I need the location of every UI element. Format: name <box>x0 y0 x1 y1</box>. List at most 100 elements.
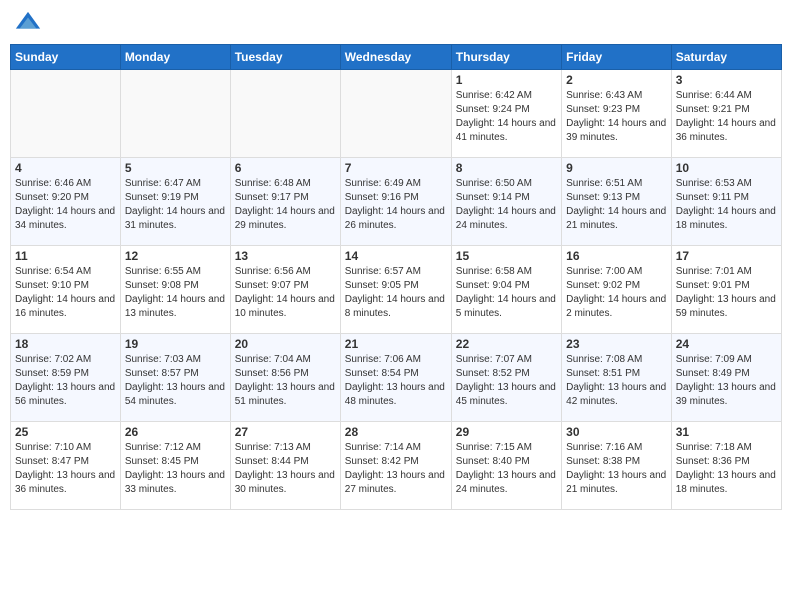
day-of-week-header: Thursday <box>451 45 561 70</box>
page-header <box>10 10 782 38</box>
calendar-day-cell: 20 Sunrise: 7:04 AMSunset: 8:56 PMDayligh… <box>230 334 340 422</box>
day-number: 10 <box>676 161 777 175</box>
calendar-week-row: 25 Sunrise: 7:10 AMSunset: 8:47 PMDayligh… <box>11 422 782 510</box>
day-number: 29 <box>456 425 557 439</box>
calendar-day-cell: 21 Sunrise: 7:06 AMSunset: 8:54 PMDayligh… <box>340 334 451 422</box>
day-number: 17 <box>676 249 777 263</box>
day-of-week-header: Saturday <box>671 45 781 70</box>
day-info: Sunrise: 7:16 AMSunset: 8:38 PMDaylight:… <box>566 441 667 497</box>
calendar-day-cell: 28 Sunrise: 7:14 AMSunset: 8:42 PMDayligh… <box>340 422 451 510</box>
day-of-week-header: Wednesday <box>340 45 451 70</box>
day-number: 9 <box>566 161 667 175</box>
calendar-day-cell: 19 Sunrise: 7:03 AMSunset: 8:57 PMDayligh… <box>120 334 230 422</box>
calendar-day-cell: 17 Sunrise: 7:01 AMSunset: 9:01 PMDayligh… <box>671 246 781 334</box>
calendar-day-cell: 27Sunrise: 7:13 AMSunset: 8:44 PMDayligh… <box>230 422 340 510</box>
day-number: 21 <box>345 337 447 351</box>
day-info: Sunrise: 7:12 AMSunset: 8:45 PMDaylight:… <box>125 441 226 497</box>
day-number: 19 <box>125 337 226 351</box>
day-info: Sunrise: 7:09 AMSunset: 8:49 PMDaylight:… <box>676 353 777 409</box>
day-info: Sunrise: 6:56 AMSunset: 9:07 PMDaylight:… <box>235 265 336 321</box>
day-info: Sunrise: 7:10 AMSunset: 8:47 PMDaylight:… <box>15 441 116 497</box>
calendar-day-cell: 1Sunrise: 6:42 AMSunset: 9:24 PMDaylight… <box>451 70 561 158</box>
calendar-header-row: SundayMondayTuesdayWednesdayThursdayFrid… <box>11 45 782 70</box>
calendar-day-cell: 2Sunrise: 6:43 AMSunset: 9:23 PMDaylight… <box>562 70 672 158</box>
day-number: 16 <box>566 249 667 263</box>
calendar-day-cell: 4Sunrise: 6:46 AMSunset: 9:20 PMDaylight… <box>11 158 121 246</box>
calendar-day-cell: 26 Sunrise: 7:12 AMSunset: 8:45 PMDayligh… <box>120 422 230 510</box>
day-info: Sunrise: 6:49 AMSunset: 9:16 PMDaylight:… <box>345 177 447 233</box>
day-info: Sunrise: 6:44 AMSunset: 9:21 PMDaylight:… <box>676 89 777 145</box>
day-number: 30 <box>566 425 667 439</box>
day-info: Sunrise: 7:14 AMSunset: 8:42 PMDaylight:… <box>345 441 447 497</box>
calendar-day-cell <box>340 70 451 158</box>
calendar-day-cell: 11 Sunrise: 6:54 AMSunset: 9:10 PMDayligh… <box>11 246 121 334</box>
calendar-day-cell: 14Sunrise: 6:57 AMSunset: 9:05 PMDayligh… <box>340 246 451 334</box>
day-info: Sunrise: 6:55 AMSunset: 9:08 PMDaylight:… <box>125 265 226 321</box>
calendar-day-cell: 12Sunrise: 6:55 AMSunset: 9:08 PMDayligh… <box>120 246 230 334</box>
calendar-day-cell: 13 Sunrise: 6:56 AMSunset: 9:07 PMDayligh… <box>230 246 340 334</box>
day-number: 28 <box>345 425 447 439</box>
day-info: Sunrise: 7:02 AMSunset: 8:59 PMDaylight:… <box>15 353 116 409</box>
day-info: Sunrise: 6:54 AMSunset: 9:10 PMDaylight:… <box>15 265 116 321</box>
day-number: 13 <box>235 249 336 263</box>
day-number: 15 <box>456 249 557 263</box>
calendar-day-cell: 6 Sunrise: 6:48 AMSunset: 9:17 PMDaylight… <box>230 158 340 246</box>
day-number: 6 <box>235 161 336 175</box>
calendar-day-cell: 24 Sunrise: 7:09 AMSunset: 8:49 PMDayligh… <box>671 334 781 422</box>
day-number: 5 <box>125 161 226 175</box>
calendar-day-cell: 9 Sunrise: 6:51 AMSunset: 9:13 PMDaylight… <box>562 158 672 246</box>
calendar-day-cell <box>11 70 121 158</box>
calendar-week-row: 11 Sunrise: 6:54 AMSunset: 9:10 PMDayligh… <box>11 246 782 334</box>
day-info: Sunrise: 6:47 AMSunset: 9:19 PMDaylight:… <box>125 177 226 233</box>
day-of-week-header: Sunday <box>11 45 121 70</box>
day-of-week-header: Tuesday <box>230 45 340 70</box>
day-info: Sunrise: 7:15 AMSunset: 8:40 PMDaylight:… <box>456 441 557 497</box>
calendar-day-cell: 22 Sunrise: 7:07 AMSunset: 8:52 PMDayligh… <box>451 334 561 422</box>
day-number: 11 <box>15 249 116 263</box>
day-info: Sunrise: 7:01 AMSunset: 9:01 PMDaylight:… <box>676 265 777 321</box>
day-number: 4 <box>15 161 116 175</box>
calendar-day-cell <box>230 70 340 158</box>
day-of-week-header: Monday <box>120 45 230 70</box>
day-info: Sunrise: 6:51 AMSunset: 9:13 PMDaylight:… <box>566 177 667 233</box>
calendar-table: SundayMondayTuesdayWednesdayThursdayFrid… <box>10 44 782 510</box>
day-number: 18 <box>15 337 116 351</box>
calendar-day-cell: 18 Sunrise: 7:02 AMSunset: 8:59 PMDayligh… <box>11 334 121 422</box>
day-number: 7 <box>345 161 447 175</box>
day-number: 20 <box>235 337 336 351</box>
day-info: Sunrise: 7:07 AMSunset: 8:52 PMDaylight:… <box>456 353 557 409</box>
calendar-day-cell: 5 Sunrise: 6:47 AMSunset: 9:19 PMDaylight… <box>120 158 230 246</box>
day-number: 22 <box>456 337 557 351</box>
calendar-day-cell: 23 Sunrise: 7:08 AMSunset: 8:51 PMDayligh… <box>562 334 672 422</box>
day-number: 26 <box>125 425 226 439</box>
day-number: 3 <box>676 73 777 87</box>
calendar-day-cell: 15 Sunrise: 6:58 AMSunset: 9:04 PMDayligh… <box>451 246 561 334</box>
calendar-day-cell: 25 Sunrise: 7:10 AMSunset: 8:47 PMDayligh… <box>11 422 121 510</box>
day-info: Sunrise: 7:06 AMSunset: 8:54 PMDaylight:… <box>345 353 447 409</box>
day-number: 25 <box>15 425 116 439</box>
day-info: Sunrise: 7:03 AMSunset: 8:57 PMDaylight:… <box>125 353 226 409</box>
calendar-day-cell: 8Sunrise: 6:50 AMSunset: 9:14 PMDaylight… <box>451 158 561 246</box>
calendar-week-row: 4Sunrise: 6:46 AMSunset: 9:20 PMDaylight… <box>11 158 782 246</box>
day-info: Sunrise: 7:04 AMSunset: 8:56 PMDaylight:… <box>235 353 336 409</box>
day-info: Sunrise: 6:48 AMSunset: 9:17 PMDaylight:… <box>235 177 336 233</box>
calendar-day-cell <box>120 70 230 158</box>
logo <box>14 10 46 38</box>
day-info: Sunrise: 7:08 AMSunset: 8:51 PMDaylight:… <box>566 353 667 409</box>
day-number: 23 <box>566 337 667 351</box>
calendar-day-cell: 3 Sunrise: 6:44 AMSunset: 9:21 PMDaylight… <box>671 70 781 158</box>
calendar-day-cell: 7 Sunrise: 6:49 AMSunset: 9:16 PMDaylight… <box>340 158 451 246</box>
day-info: Sunrise: 7:18 AMSunset: 8:36 PMDaylight:… <box>676 441 777 497</box>
day-number: 2 <box>566 73 667 87</box>
calendar-day-cell: 29 Sunrise: 7:15 AMSunset: 8:40 PMDayligh… <box>451 422 561 510</box>
day-number: 14 <box>345 249 447 263</box>
calendar-day-cell: 16Sunrise: 7:00 AMSunset: 9:02 PMDayligh… <box>562 246 672 334</box>
calendar-week-row: 1Sunrise: 6:42 AMSunset: 9:24 PMDaylight… <box>11 70 782 158</box>
calendar-day-cell: 31 Sunrise: 7:18 AMSunset: 8:36 PMDayligh… <box>671 422 781 510</box>
day-number: 8 <box>456 161 557 175</box>
day-number: 31 <box>676 425 777 439</box>
day-info: Sunrise: 6:58 AMSunset: 9:04 PMDaylight:… <box>456 265 557 321</box>
day-number: 1 <box>456 73 557 87</box>
day-number: 27 <box>235 425 336 439</box>
day-number: 24 <box>676 337 777 351</box>
